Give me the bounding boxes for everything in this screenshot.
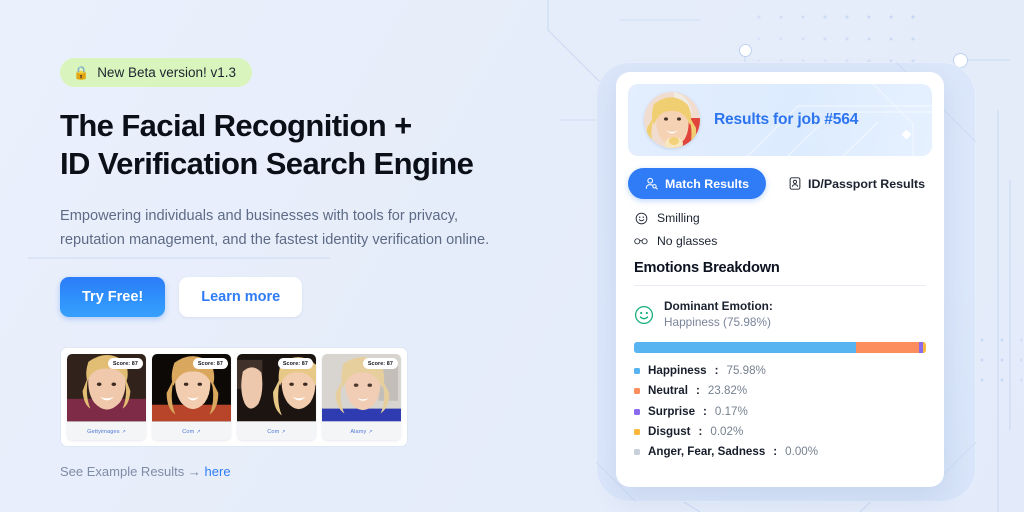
cta-button-row: Try Free! Learn more: [60, 277, 540, 318]
legend-label: Anger, Fear, Sadness: [648, 445, 766, 459]
smiley-icon: [634, 212, 648, 225]
node-dot-large: [740, 45, 751, 56]
attribute-label-glasses: No glasses: [657, 234, 718, 248]
person-search-icon: [645, 177, 658, 190]
attribute-row-glasses: No glasses: [634, 234, 944, 248]
attribute-label-smiling: Smilling: [657, 211, 700, 225]
tab-id-passport-results[interactable]: ID/Passport Results: [772, 168, 942, 199]
try-free-button[interactable]: Try Free!: [60, 277, 166, 318]
thumbnail-source-link[interactable]: Com ↗: [237, 423, 316, 440]
bar-segment-disgust: [922, 341, 926, 353]
external-link-icon: ↗: [121, 428, 126, 435]
legend-value: 0.17%: [714, 404, 748, 418]
result-thumbnail-card[interactable]: Score: 87 Com ↗: [237, 354, 316, 441]
thumbnail-image: Score: 87: [237, 354, 316, 423]
external-link-icon: ↗: [196, 428, 201, 435]
emotions-legend: Happiness: 75.98% Neutral: 23.82% Surpri…: [634, 364, 926, 460]
headline-line-1: The Facial Recognition +: [60, 108, 412, 143]
score-badge: Score: 87: [192, 358, 228, 369]
legend-label: Disgust: [648, 425, 691, 439]
tab-match-results[interactable]: Match Results: [628, 168, 766, 199]
legend-swatch: [634, 388, 640, 395]
score-badge: Score: 87: [277, 358, 313, 369]
legend-item-happiness: Happiness: 75.98%: [634, 364, 926, 378]
face-attributes-list: Smilling No glasses: [616, 199, 944, 248]
thumbnail-source-link[interactable]: Alamy ↗: [322, 423, 401, 440]
thumbnail-source-label: Com: [182, 428, 195, 435]
legend-value: 75.98%: [726, 363, 766, 377]
legend-item-neutral: Neutral: 23.82%: [634, 384, 926, 398]
result-thumbnail-card[interactable]: Score: 87 Gettyimages ↗: [67, 354, 146, 441]
section-divider: [634, 285, 926, 286]
attribute-row-smiling: Smilling: [634, 211, 944, 225]
emotions-section-title: Emotions Breakdown: [634, 260, 780, 276]
legend-value: 23.82%: [707, 384, 748, 398]
thumbnail-source-label: Com: [267, 428, 280, 435]
legend-swatch: [634, 429, 640, 436]
subheadline-line-1: Empowering individuals and businesses wi…: [60, 207, 459, 224]
subheadline-line-2: reputation management, and the fastest i…: [60, 232, 490, 249]
glasses-icon: [634, 236, 648, 246]
card-hero-title: Results for job #564: [714, 111, 859, 128]
emotions-stacked-bar: [634, 341, 926, 353]
page-title: The Facial Recognition + ID Verification…: [60, 107, 540, 184]
legend-item-disgust: Disgust: 0.02%: [634, 425, 926, 439]
external-link-icon: ↗: [368, 428, 373, 435]
avatar: [644, 92, 700, 148]
external-link-icon: ↗: [281, 428, 286, 435]
legend-label: Surprise: [648, 404, 696, 418]
beta-version-badge: 🔒 New Beta version! v1.3: [60, 58, 253, 87]
score-badge: Score: 87: [362, 358, 398, 369]
dominant-emotion-block: Dominant Emotion: Happiness (75.98%): [634, 299, 926, 331]
subheadline: Empowering individuals and businesses wi…: [60, 204, 530, 252]
example-results-strip: Score: 87 Gettyimages ↗ Score: 87 Com ↗ …: [60, 347, 408, 448]
result-thumbnail-card[interactable]: Score: 87 Com ↗: [152, 354, 231, 441]
id-card-icon: [789, 177, 801, 190]
dominant-emotion-title: Dominant Emotion:: [664, 299, 773, 313]
learn-more-button[interactable]: Learn more: [179, 277, 303, 318]
legend-swatch: [634, 449, 640, 456]
legend-swatch: [634, 408, 640, 415]
example-results-line: See Example Results → here: [60, 464, 540, 479]
thumbnail-source-link[interactable]: Gettyimages ↗: [67, 423, 146, 440]
beta-badge-label: New Beta version! v1.3: [97, 65, 237, 80]
example-results-link[interactable]: here: [205, 464, 231, 479]
bar-segment-neutral: [855, 341, 919, 353]
headline-line-2: ID Verification Search Engine: [60, 146, 474, 182]
thumbnail-image: Score: 87: [152, 354, 231, 423]
lock-icon: 🔒: [73, 65, 90, 80]
card-hero-banner: Results for job #564: [628, 84, 932, 156]
thumbnail-image: Score: 87: [322, 354, 401, 423]
bar-segment-happiness: [634, 341, 856, 353]
legend-label: Neutral: [648, 384, 688, 398]
legend-value: 0.02%: [710, 425, 744, 439]
thumbnail-source-link[interactable]: Com ↗: [152, 423, 231, 440]
hero-section: 🔒 New Beta version! v1.3 The Facial Reco…: [60, 0, 540, 512]
tab-id-passport-results-label: ID/Passport Results: [808, 176, 926, 191]
card-tab-bar: Match Results ID/Passport Results: [616, 156, 944, 199]
dominant-emotion-value: Happiness (75.98%): [664, 314, 771, 329]
avatar-illustration: [644, 92, 700, 148]
thumbnail-source-label: Gettyimages: [87, 428, 120, 435]
result-thumbnail-card[interactable]: Score: 87 Alamy ↗: [322, 354, 401, 441]
thumbnail-source-label: Alamy: [350, 428, 367, 435]
dominant-emotion-text: Dominant Emotion: Happiness (75.98%): [664, 299, 773, 331]
score-badge: Score: 87: [107, 358, 143, 369]
legend-swatch: [634, 367, 640, 374]
tab-match-results-label: Match Results: [665, 176, 749, 191]
thumbnail-image: Score: 87: [67, 354, 146, 423]
legend-label: Happiness: [648, 363, 707, 377]
legend-value: 0.00%: [785, 445, 819, 459]
results-card: Results for job #564 Match Results ID/Pa…: [616, 72, 944, 487]
legend-item-anger-fear-sadness: Anger, Fear, Sadness: 0.00%: [634, 445, 926, 459]
smiley-outline-icon: [634, 305, 654, 325]
legend-item-surprise: Surprise: 0.17%: [634, 405, 926, 419]
example-results-prefix: See Example Results →: [60, 464, 201, 480]
